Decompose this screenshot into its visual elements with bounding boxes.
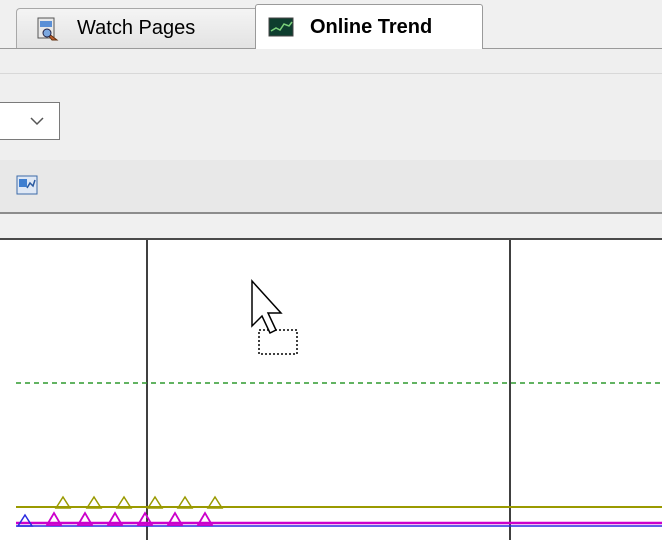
- trend-select-dropdown[interactable]: [0, 102, 60, 140]
- tab-online-trend[interactable]: Online Trend: [255, 4, 483, 49]
- toolbar-top: [0, 49, 662, 74]
- online-trend-icon: [268, 16, 294, 38]
- drag-cursor-icon: [251, 279, 298, 355]
- trend-plot-area[interactable]: [0, 240, 662, 540]
- selector-toolbar: [0, 74, 662, 160]
- watch-pages-icon: [35, 16, 61, 42]
- tab-strip: Watch Pages Online Trend: [0, 0, 662, 49]
- trend-toolbar: [0, 160, 662, 214]
- plot-header-strip: [0, 214, 662, 240]
- trend-settings-icon: [16, 175, 38, 195]
- tab-watch-pages[interactable]: Watch Pages: [16, 8, 260, 48]
- trend-settings-button[interactable]: [16, 174, 38, 196]
- trend-plot-svg: [16, 240, 662, 540]
- tab-label: Watch Pages: [77, 17, 196, 39]
- tab-label: Online Trend: [310, 15, 433, 38]
- chevron-down-icon: [27, 111, 47, 136]
- blue-marker: [16, 513, 34, 527]
